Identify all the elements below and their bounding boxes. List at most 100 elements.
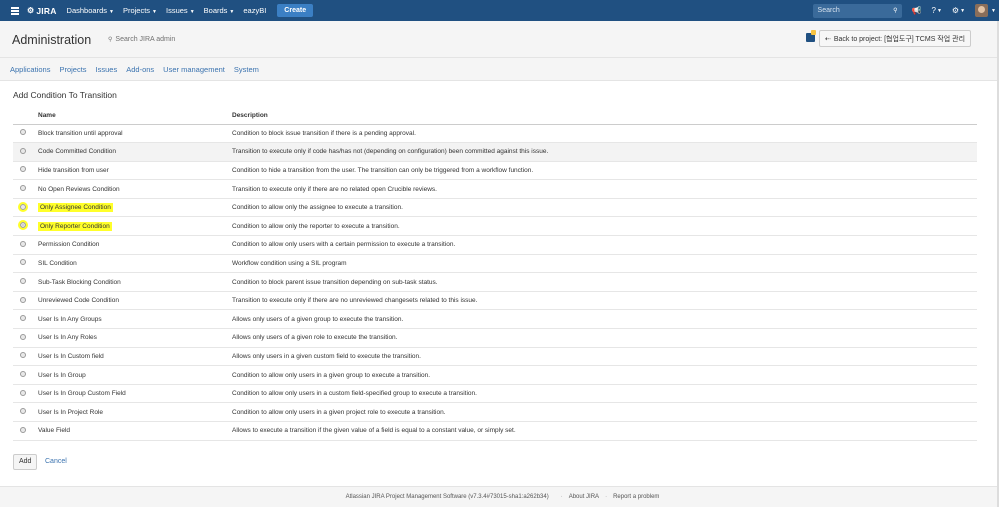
nav-menu-item[interactable]: Projects ▼ (123, 6, 157, 15)
row-select-cell (13, 365, 38, 385)
table-row[interactable]: Hide transition from user Condition to hi… (13, 161, 977, 181)
condition-description: Condition to allow only users with a cer… (232, 235, 977, 255)
nav-menu-item[interactable]: Boards ▼ (204, 6, 235, 15)
condition-name: User Is In Any Roles (38, 334, 97, 342)
condition-radio[interactable] (20, 389, 26, 396)
table-row[interactable]: Permission Condition Condition to allow o… (13, 235, 977, 255)
hamburger-icon[interactable] (11, 7, 19, 15)
tab-user-management[interactable]: User management (163, 65, 225, 74)
condition-name: User Is In Custom field (38, 352, 104, 360)
nav-menu-item[interactable]: eazyBI (243, 6, 266, 15)
condition-name-cell: User Is In Custom field (38, 347, 232, 367)
condition-radio[interactable] (20, 185, 26, 192)
condition-radio[interactable] (20, 408, 26, 415)
row-select-cell (13, 402, 38, 422)
condition-name-cell: User Is In Any Roles (38, 328, 232, 348)
tab-issues[interactable]: Issues (96, 65, 118, 74)
search-icon: ⚲ (108, 37, 113, 43)
back-to-project-button[interactable]: ⇠ Back to project: [협업도구] TCMS 작업 관리 (819, 30, 972, 47)
conditions-table: Name Description Block transition until … (13, 108, 977, 441)
condition-name: Code Committed Condition (38, 148, 117, 156)
condition-radio[interactable] (20, 278, 26, 285)
condition-name-cell: User Is In Any Groups (38, 309, 232, 330)
table-row[interactable]: No Open Reviews Condition Transition to e… (13, 179, 977, 199)
condition-name: Value Field (38, 427, 71, 435)
chevron-down-icon: ▼ (960, 7, 966, 14)
table-row[interactable]: User Is In Any Roles Allows only users of… (13, 328, 977, 348)
condition-radio[interactable] (20, 240, 26, 247)
add-button[interactable]: Add (13, 454, 38, 470)
tab-add-ons[interactable]: Add-ons (126, 65, 154, 74)
condition-name-cell: Sub-Task Blocking Condition (38, 272, 232, 292)
condition-description: Transition to execute only if there are … (232, 179, 977, 199)
table-header-name: Name (38, 108, 232, 125)
condition-name-cell: SIL Condition (38, 254, 232, 274)
condition-name-cell: Hide transition from user (38, 161, 232, 181)
row-select-cell (13, 179, 38, 199)
global-search-input[interactable]: Search ⚲ (812, 3, 902, 18)
page-title: Administration (12, 33, 92, 47)
condition-radio[interactable] (20, 147, 26, 154)
condition-radio[interactable] (20, 296, 26, 303)
table-row[interactable]: Unreviewed Code Condition Transition to e… (13, 291, 977, 311)
condition-radio[interactable] (20, 166, 26, 173)
report-problem-link[interactable]: Report a problem (613, 494, 659, 500)
top-nav-right: Search ⚲ 📢 ? ▼ ⚙ ▼ ▼ (812, 0, 999, 21)
table-row[interactable]: Code Committed Condition Transition to ex… (13, 142, 977, 162)
condition-name-cell: Code Committed Condition (38, 142, 232, 162)
jira-logo-icon: ⚙ (27, 6, 35, 15)
table-row[interactable]: Value Field Allows to execute a transitio… (13, 421, 977, 441)
user-menu[interactable]: ▼ (975, 4, 996, 17)
footer: Atlassian JIRA Project Management Softwa… (0, 486, 999, 507)
condition-name-cell: Unreviewed Code Condition (38, 291, 232, 311)
notifications-icon[interactable]: 📢 (912, 6, 922, 15)
table-row[interactable]: SIL Condition Workflow condition using a … (13, 254, 977, 274)
condition-radio[interactable] (18, 220, 28, 231)
jira-logo[interactable]: ⚙ JIRA (27, 6, 57, 16)
table-row[interactable]: Only Assignee Condition Condition to allo… (13, 198, 977, 218)
cancel-link[interactable]: Cancel (45, 458, 67, 465)
condition-name-cell: No Open Reviews Condition (38, 179, 232, 199)
condition-name-cell: Block transition until approval (38, 124, 232, 144)
table-row[interactable]: Sub-Task Blocking Condition Condition to … (13, 272, 977, 292)
footer-separator: · (605, 494, 608, 500)
row-select-cell (13, 347, 38, 367)
condition-radio[interactable] (20, 259, 26, 266)
condition-description: Transition to execute only if code has/h… (232, 142, 977, 162)
tab-system[interactable]: System (234, 65, 259, 74)
row-select-cell (13, 198, 38, 218)
nav-menu-item[interactable]: Dashboards ▼ (67, 6, 114, 15)
condition-radio[interactable] (20, 352, 26, 359)
condition-name-cell: Only Assignee Condition (38, 198, 232, 218)
condition-name-cell: Only Reporter Condition (38, 216, 232, 237)
row-select-cell (13, 142, 38, 162)
condition-radio[interactable] (20, 333, 26, 340)
condition-name-cell: Permission Condition (38, 235, 232, 255)
condition-radio[interactable] (20, 315, 26, 322)
table-row[interactable]: User Is In Group Custom Field Condition t… (13, 384, 977, 404)
tab-applications[interactable]: Applications (10, 65, 50, 74)
create-button[interactable]: Create (277, 4, 314, 17)
condition-description: Condition to allow only the reporter to … (232, 216, 977, 237)
table-row[interactable]: User Is In Group Condition to allow only … (13, 365, 977, 385)
nav-menu-label: Dashboards (66, 6, 107, 15)
table-row[interactable]: Block transition until approval Condition… (13, 124, 977, 144)
condition-radio[interactable] (18, 201, 28, 212)
condition-radio[interactable] (20, 426, 26, 433)
condition-radio[interactable] (20, 129, 26, 136)
tab-projects[interactable]: Projects (59, 65, 86, 74)
settings-icon[interactable]: ⚙ ▼ (952, 6, 965, 15)
table-row[interactable]: Only Reporter Condition Condition to allo… (13, 216, 977, 237)
help-icon[interactable]: ? ▼ (932, 6, 942, 15)
nav-menu-item[interactable]: Issues ▼ (166, 6, 195, 15)
table-row[interactable]: User Is In Project Role Condition to allo… (13, 402, 977, 422)
admin-search-input[interactable]: ⚲ Search JIRA admin (108, 36, 175, 43)
about-jira-link[interactable]: About JIRA (569, 494, 599, 500)
row-select-cell (13, 384, 38, 404)
table-row[interactable]: User Is In Custom field Allows only users… (13, 347, 977, 367)
admin-tabs: Applications Projects Issues Add-ons User ma… (0, 58, 999, 81)
table-row[interactable]: User Is In Any Groups Allows only users o… (13, 309, 977, 330)
condition-radio[interactable] (20, 371, 26, 378)
feedback-icon[interactable] (806, 30, 816, 42)
condition-description: Allows only users of a given role to exe… (232, 328, 977, 348)
